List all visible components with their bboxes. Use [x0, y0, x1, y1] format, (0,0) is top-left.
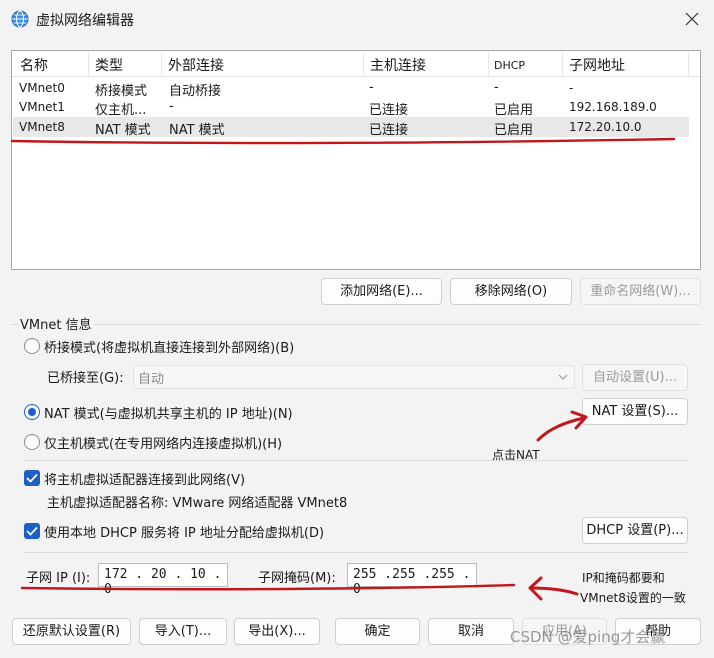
restore-defaults-button[interactable]: 还原默认设置(R) — [12, 618, 131, 645]
bridge-mode-label: 桥接模式(将虚拟机直接连接到外部网络)(B) — [44, 341, 295, 356]
table-row[interactable]: VMnet0 桥接模式 自动桥接 - - - — [13, 78, 689, 99]
cell-host: - — [369, 80, 374, 95]
cell-subnet: 192.168.189.0 — [569, 100, 657, 114]
divider — [24, 460, 688, 461]
cell-external: - — [169, 99, 174, 114]
annotation-ip-note-line2: VMnet8设置的一致 — [580, 591, 686, 605]
ok-button[interactable]: 确定 — [335, 618, 420, 645]
cell-name: VMnet8 — [19, 120, 65, 134]
annotation-underline-row — [10, 137, 676, 145]
nat-mode-label: NAT 模式(与虚拟机共享主机的 IP 地址)(N) — [44, 407, 293, 422]
add-network-button[interactable]: 添加网络(E)... — [321, 278, 442, 305]
cell-dhcp: 已启用 — [494, 103, 534, 118]
column-header-external[interactable]: 外部连接 — [168, 55, 224, 75]
dhcp-settings-button[interactable]: DHCP 设置(P)... — [582, 517, 688, 544]
column-header-host[interactable]: 主机连接 — [370, 55, 426, 75]
cell-subnet: 172.20.10.0 — [569, 120, 642, 134]
column-header-name[interactable]: 名称 — [20, 55, 48, 75]
divider — [24, 552, 688, 553]
host-only-radio[interactable]: 仅主机模式(在专用网络内连接虚拟机)(H) — [24, 432, 324, 452]
nat-settings-button[interactable]: NAT 设置(S)... — [582, 398, 688, 425]
annotation-click-nat: 点击NAT — [492, 448, 540, 462]
bridged-to-label: 已桥接至(G): — [47, 371, 124, 386]
column-divider — [562, 53, 563, 75]
host-only-label: 仅主机模式(在专用网络内连接虚拟机)(H) — [44, 437, 283, 452]
column-divider — [363, 53, 364, 75]
annotation-underline-subnet — [20, 583, 516, 591]
table-header: 名称 类型 外部连接 主机连接 DHCP 子网地址 — [12, 51, 700, 77]
use-dhcp-label: 使用本地 DHCP 服务将 IP 地址分配给虚拟机(D) — [44, 526, 325, 541]
adapter-name-text: 主机虚拟适配器名称: VMware 网络适配器 VMnet8 — [47, 496, 348, 511]
close-button[interactable] — [678, 6, 706, 32]
remove-network-button[interactable]: 移除网络(O) — [450, 278, 572, 305]
bridged-to-value: 自动 — [138, 372, 165, 387]
cell-host: 已连接 — [369, 103, 409, 118]
title-bar: 虚拟网络编辑器 — [0, 0, 714, 38]
column-header-subnet[interactable]: 子网地址 — [569, 55, 625, 75]
network-globe-icon — [10, 9, 30, 29]
cell-subnet: - — [569, 81, 574, 95]
virtual-network-table[interactable]: 名称 类型 外部连接 主机连接 DHCP 子网地址 VMnet0 桥接模式 自动… — [11, 50, 701, 270]
cell-type: 仅主机... — [95, 103, 147, 118]
export-button[interactable]: 导出(X)... — [234, 618, 320, 645]
radio-button[interactable] — [24, 434, 40, 450]
cancel-button[interactable]: 取消 — [428, 618, 514, 645]
radio-button[interactable] — [24, 338, 40, 354]
column-header-dhcp[interactable]: DHCP — [494, 59, 525, 72]
column-divider — [488, 53, 489, 75]
annotation-ip-note-line1: IP和掩码都要和 — [582, 571, 665, 585]
column-divider — [161, 53, 162, 75]
nat-mode-radio[interactable]: NAT 模式(与虚拟机共享主机的 IP 地址)(N) — [24, 402, 324, 422]
cell-dhcp: - — [494, 80, 499, 95]
rename-network-button[interactable]: 重命名网络(W)... — [580, 278, 701, 305]
window-title: 虚拟网络编辑器 — [36, 13, 134, 29]
column-divider — [688, 53, 689, 75]
group-border — [11, 324, 701, 325]
import-button[interactable]: 导入(T)... — [139, 618, 227, 645]
bridged-to-select[interactable]: 自动 — [133, 365, 575, 389]
column-header-type[interactable]: 类型 — [95, 55, 123, 75]
bridge-mode-radio[interactable]: 桥接模式(将虚拟机直接连接到外部网络)(B) — [24, 336, 344, 356]
annotation-arrow-nat — [536, 410, 588, 442]
cell-name: VMnet1 — [19, 100, 65, 114]
table-row[interactable]: VMnet1 仅主机... - 已连接 已启用 192.168.189.0 — [13, 97, 689, 118]
cell-name: VMnet0 — [19, 81, 65, 95]
use-dhcp-checkbox[interactable]: 使用本地 DHCP 服务将 IP 地址分配给虚拟机(D) — [24, 521, 354, 541]
connect-adapter-checkbox[interactable]: 将主机虚拟适配器连接到此网络(V) — [24, 468, 284, 488]
column-divider — [88, 53, 89, 75]
annotation-arrow-subnet — [528, 576, 579, 601]
auto-settings-button[interactable]: 自动设置(U)... — [582, 364, 688, 391]
connect-adapter-label: 将主机虚拟适配器连接到此网络(V) — [44, 473, 246, 488]
radio-button-selected[interactable] — [24, 404, 40, 420]
checkbox-checked[interactable] — [24, 470, 40, 486]
vmnet-info-group-label: VMnet 信息 — [18, 314, 94, 333]
checkbox-checked[interactable] — [24, 523, 40, 539]
csdn-watermark: CSDN @爱ping才会赢 — [510, 628, 666, 646]
chevron-down-icon — [558, 374, 568, 380]
